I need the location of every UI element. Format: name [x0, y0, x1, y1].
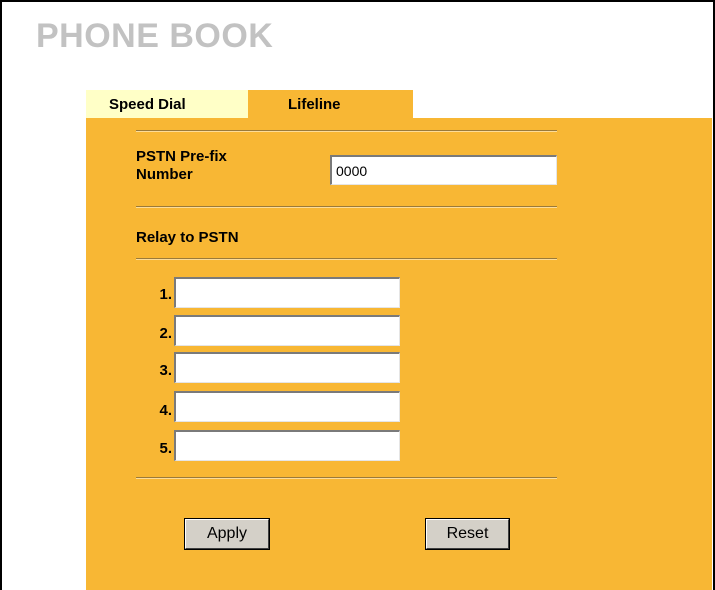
relay-number-2: 2.	[159, 325, 172, 342]
divider-mid	[136, 206, 557, 208]
relay-number-1: 1.	[159, 286, 172, 303]
relay-input-5[interactable]	[174, 430, 400, 461]
relay-input-1[interactable]	[174, 277, 400, 308]
tab-speed-dial[interactable]: Speed Dial	[86, 90, 248, 118]
relay-input-2[interactable]	[174, 315, 400, 346]
relay-heading: Relay to PSTN	[136, 229, 239, 246]
relay-number-3: 3.	[159, 362, 172, 379]
prefix-label-line1: PSTN Pre-fix	[136, 148, 227, 165]
relay-input-3[interactable]	[174, 352, 400, 383]
page-title: PHONE BOOK	[36, 17, 274, 55]
prefix-label-line2: Number	[136, 166, 193, 183]
apply-button[interactable]: Apply	[184, 518, 270, 550]
divider-relay	[136, 258, 557, 260]
reset-button[interactable]: Reset	[425, 518, 510, 550]
relay-number-4: 4.	[159, 402, 172, 419]
prefix-label: PSTN Pre-fix Number	[136, 148, 227, 184]
relay-input-4[interactable]	[174, 391, 400, 422]
divider-bottom	[136, 477, 557, 479]
pstn-prefix-input[interactable]	[330, 155, 557, 185]
relay-number-5: 5.	[159, 440, 172, 457]
divider-top	[136, 130, 557, 132]
tab-lifeline[interactable]: Lifeline	[248, 90, 413, 118]
